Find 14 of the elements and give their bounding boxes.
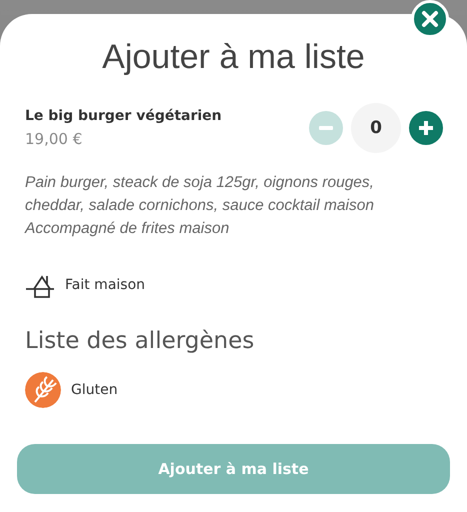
description-line: cheddar, salade cornichons, sauce cocktail maison xyxy=(25,196,375,216)
minus-icon xyxy=(319,126,333,130)
description-line: Pain burger, steack de soja 125gr, oignons rouges, xyxy=(25,173,375,193)
allergen-label: Gluten xyxy=(71,382,118,398)
plus-icon xyxy=(418,120,434,136)
close-icon xyxy=(421,10,439,28)
product-name: Le big burger végétarien xyxy=(25,108,222,124)
increase-button[interactable] xyxy=(409,111,443,145)
section-heading: Liste des allergènes xyxy=(25,328,256,354)
quantity-value: 0 xyxy=(351,103,401,153)
product-price: 19,00 € xyxy=(25,130,82,148)
sheet-title: Ajouter à ma liste xyxy=(102,38,365,77)
description-line: Accompagné de frites maison xyxy=(25,219,230,239)
feature-label: Fait maison xyxy=(65,277,146,293)
